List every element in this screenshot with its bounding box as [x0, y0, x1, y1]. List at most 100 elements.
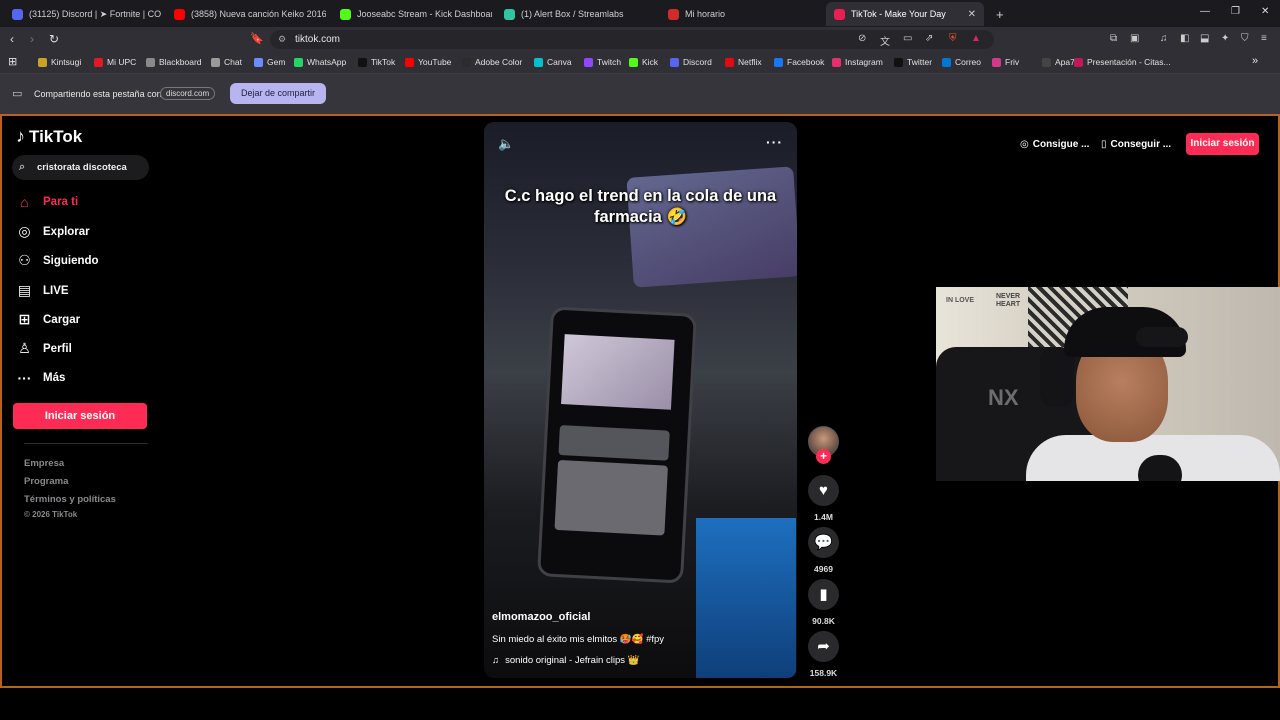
- bookmark-item[interactable]: YouTube: [405, 57, 451, 67]
- tab-youtube[interactable]: (3858) Nueva canción Keiko 2016: ¡W: [166, 2, 326, 26]
- tracking-icon[interactable]: ⊘: [858, 33, 866, 44]
- bookmark-item[interactable]: Chat: [211, 57, 242, 67]
- screen-icon[interactable]: ▭: [903, 33, 912, 44]
- bookmark-favicon-icon: [94, 57, 103, 67]
- ai-icon[interactable]: ✦: [1221, 33, 1229, 44]
- minimize-icon[interactable]: —: [1200, 6, 1210, 17]
- follow-plus-icon[interactable]: +: [816, 449, 831, 464]
- music-icon[interactable]: ♫: [1160, 33, 1168, 44]
- video-player[interactable]: C.c hago el trend en la cola de una farm…: [484, 122, 797, 678]
- sidebar-login-button[interactable]: Iniciar sesión: [13, 403, 147, 429]
- more-bookmarks-icon[interactable]: »: [1252, 55, 1258, 67]
- bookmark-item[interactable]: Gem: [254, 57, 285, 67]
- extensions-icon[interactable]: ⧉: [1110, 33, 1117, 44]
- site-settings-icon[interactable]: ⚙: [278, 30, 286, 49]
- bookmark-favicon-icon: [1042, 57, 1051, 67]
- tab-label: (31125) Discord | ➤ Fortnite | CO: [29, 8, 162, 19]
- bookmark-item[interactable]: Facebook: [774, 57, 824, 67]
- bookmark-label: Apa7: [1055, 57, 1075, 67]
- get-app-button[interactable]: ▯ Conseguir ...: [1095, 133, 1177, 155]
- vpn-icon[interactable]: ⛉: [1241, 33, 1249, 44]
- bookmark-favicon-icon: [670, 57, 679, 67]
- sidebar-item-mas[interactable]: ··· Más: [16, 370, 66, 386]
- bookmark-icon[interactable]: 🔖: [250, 32, 264, 45]
- bookmark-item[interactable]: Friv: [992, 57, 1019, 67]
- comment-button[interactable]: 💬: [808, 527, 839, 558]
- bookmark-item[interactable]: Kick: [629, 57, 658, 67]
- bookmark-favicon-icon: [1074, 57, 1083, 67]
- sidebar-item-perfil[interactable]: ♙ Perfil: [16, 340, 72, 357]
- stop-sharing-button[interactable]: Dejar de compartir: [230, 83, 326, 104]
- bookmark-item[interactable]: Mi UPC: [94, 57, 136, 67]
- search-input[interactable]: ⌕ cristorata discoteca: [12, 155, 149, 180]
- tab-label: Mi horario: [685, 9, 726, 19]
- tab-streamlabs[interactable]: (1) Alert Box / Streamlabs: [496, 2, 656, 26]
- sidebar-item-siguiendo[interactable]: ⚇ Siguiendo: [16, 252, 99, 269]
- wallet-icon[interactable]: ▣: [1130, 33, 1139, 44]
- footer-link-empresa[interactable]: Empresa: [24, 458, 64, 469]
- bookmark-item[interactable]: Kintsugi: [38, 57, 81, 67]
- footer-link-terminos[interactable]: Términos y políticas: [24, 494, 116, 505]
- bookmark-item[interactable]: Apa7: [1042, 57, 1075, 67]
- window-close-icon[interactable]: ✕: [1261, 6, 1269, 17]
- bookmark-item[interactable]: TikTok: [358, 57, 395, 67]
- more-options-icon[interactable]: ···: [766, 134, 783, 150]
- translate-icon[interactable]: 文: [880, 33, 890, 48]
- bookmark-item[interactable]: Blackboard: [146, 57, 202, 67]
- back-icon[interactable]: ‹: [10, 32, 14, 46]
- apps-grid-icon[interactable]: ⊞: [8, 55, 17, 68]
- bookmark-item[interactable]: Presentación - Citas...: [1074, 57, 1171, 67]
- tab-horario[interactable]: Mi horario: [660, 2, 820, 26]
- bookmark-item[interactable]: WhatsApp: [294, 57, 346, 67]
- video-sound[interactable]: ♫ sonido original - Jefrain clips 👑: [492, 655, 639, 666]
- footer-link-programa[interactable]: Programa: [24, 476, 68, 487]
- bookmark-item[interactable]: Netflix: [725, 57, 762, 67]
- brave-shield-icon[interactable]: ⛨: [949, 33, 957, 44]
- bookmark-label: Presentación - Citas...: [1087, 57, 1171, 67]
- bookmark-item[interactable]: Twitter: [894, 57, 932, 67]
- bookmark-item[interactable]: Adobe Color: [462, 57, 522, 67]
- get-coins-button[interactable]: ◎ Consigue ...: [1014, 133, 1095, 155]
- video-author[interactable]: elmomazoo_oficial: [492, 611, 590, 623]
- downloads-icon[interactable]: ⬓: [1200, 33, 1209, 44]
- bookmark-item[interactable]: Instagram: [832, 57, 883, 67]
- bookmark-item[interactable]: Canva: [534, 57, 572, 67]
- tab-label: (3858) Nueva canción Keiko 2016: ¡W: [191, 9, 326, 19]
- sidebar-item-para-ti[interactable]: ⌂ Para ti: [16, 194, 78, 210]
- sidebar-item-label: LIVE: [43, 284, 69, 297]
- bookmark-favicon-icon: [211, 57, 220, 67]
- compass-icon: ◎: [18, 223, 31, 239]
- menu-icon[interactable]: ≡: [1261, 33, 1267, 44]
- reload-icon[interactable]: ↻: [49, 32, 59, 46]
- tiktok-logo[interactable]: ♪ TikTok: [16, 126, 82, 147]
- close-tab-icon[interactable]: ✕: [968, 9, 976, 20]
- screen-share-icon: ▭: [12, 88, 23, 100]
- sidebar-item-label: Para ti: [43, 196, 79, 208]
- sidebar-item-live[interactable]: ▤ LIVE: [16, 282, 69, 299]
- share-button[interactable]: ➦: [808, 631, 839, 662]
- new-tab-button[interactable]: +: [988, 2, 1012, 26]
- tab-discord[interactable]: (31125) Discord | ➤ Fortnite | CO: [4, 2, 162, 26]
- tab-tiktok[interactable]: TikTok - Make Your Day ✕: [826, 2, 984, 26]
- save-button[interactable]: ▮: [808, 579, 839, 610]
- phone-screen-mid: [558, 424, 670, 461]
- like-button[interactable]: ♥: [808, 475, 839, 506]
- rewards-icon[interactable]: ▲: [971, 33, 981, 44]
- tab-kick[interactable]: Jooseabc Stream - Kick Dashboard: [332, 2, 492, 26]
- share-icon[interactable]: ⇗: [925, 33, 933, 44]
- bookmark-item[interactable]: Correo: [942, 57, 981, 67]
- tab-label: Jooseabc Stream - Kick Dashboard: [357, 9, 492, 19]
- sidebar-icon[interactable]: ◧: [1180, 33, 1189, 44]
- sidebar-item-label: Siguiendo: [43, 254, 99, 267]
- sidebar-item-cargar[interactable]: ⊞ Cargar: [16, 311, 80, 328]
- bookmark-item[interactable]: Twitch: [584, 57, 621, 67]
- restore-icon[interactable]: ❐: [1231, 6, 1240, 17]
- header-login-button[interactable]: Iniciar sesión: [1186, 133, 1259, 155]
- sidebar-item-label: Cargar: [43, 313, 81, 326]
- forward-icon[interactable]: ›: [30, 32, 34, 46]
- volume-icon[interactable]: 🔈: [498, 136, 514, 152]
- bookmark-label: Friv: [1005, 57, 1020, 67]
- bookmark-label: Mi UPC: [107, 57, 137, 67]
- bookmark-item[interactable]: Discord: [670, 57, 712, 67]
- sidebar-item-explorar[interactable]: ◎ Explorar: [16, 223, 89, 240]
